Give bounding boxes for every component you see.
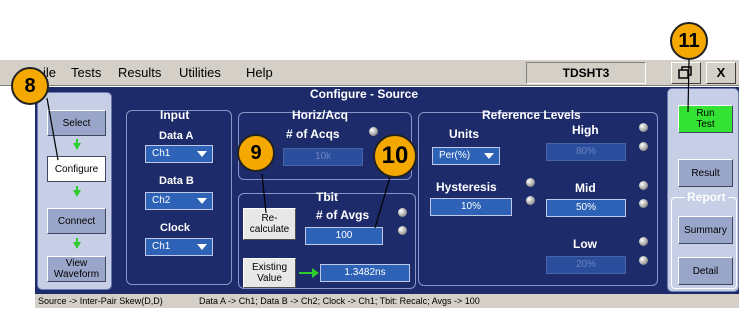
callout-leaders	[46, 59, 690, 229]
callout-11: 11	[670, 22, 708, 60]
callout-10: 10	[373, 134, 417, 178]
callout-9: 9	[237, 134, 275, 172]
callout-8: 8	[11, 67, 49, 105]
